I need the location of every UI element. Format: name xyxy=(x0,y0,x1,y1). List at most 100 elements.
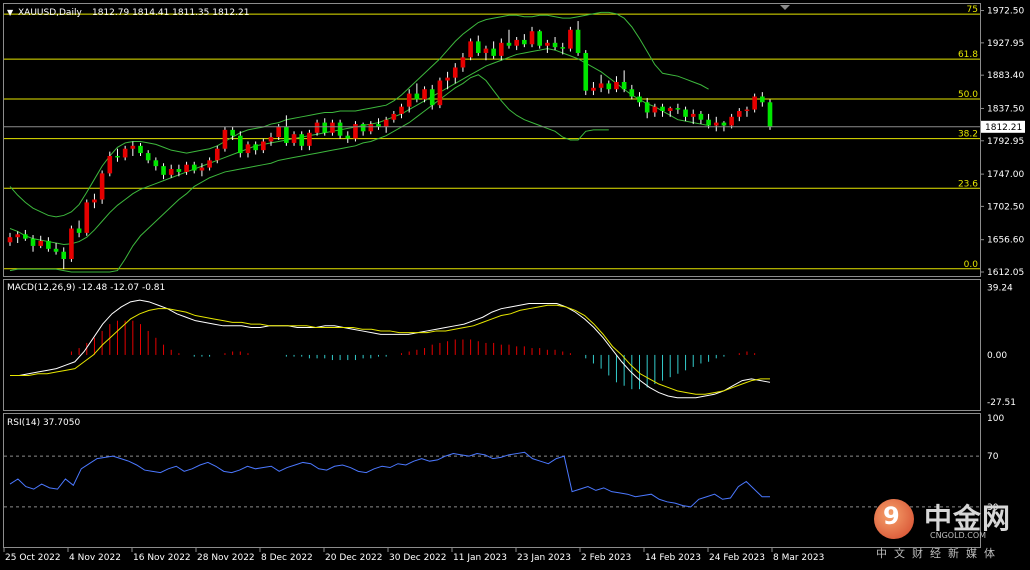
candle-body xyxy=(337,122,343,136)
candle-body xyxy=(491,48,496,56)
candle-body xyxy=(99,173,105,200)
macd-label: MACD(12,26,9) -12.48 -12.07 -0.81 xyxy=(7,283,165,293)
candle-body xyxy=(445,77,450,81)
candle-body xyxy=(406,93,412,107)
macd-axis: 39.24 0.00 -27.51 xyxy=(987,284,1016,408)
candle-body xyxy=(545,42,550,46)
fib-label: 50.0 xyxy=(958,90,978,100)
candle-body xyxy=(721,122,727,126)
candle-body xyxy=(729,116,734,126)
macd-line xyxy=(10,299,771,399)
candle-body xyxy=(168,169,174,175)
band-middle xyxy=(9,48,709,245)
candle-body xyxy=(383,119,389,127)
candle-body xyxy=(660,106,665,112)
candle-body xyxy=(184,164,189,172)
candle-body xyxy=(268,137,274,142)
candle-body xyxy=(222,129,228,149)
candle-body xyxy=(307,132,312,146)
candle-body xyxy=(644,102,650,113)
candle-body xyxy=(475,41,481,53)
candle-body xyxy=(736,111,742,117)
candle-body xyxy=(199,167,205,171)
symbol-dropdown-icon[interactable]: ▼ xyxy=(7,8,14,17)
candle-body xyxy=(330,122,335,133)
price-tick-label: 1702.50 xyxy=(987,202,1024,212)
candle-body xyxy=(637,96,642,103)
candle-body xyxy=(207,160,212,168)
date-axis: 25 Oct 2022 4 Nov 2022 16 Nov 2022 28 Nov 2… xyxy=(3,548,824,563)
candle-body xyxy=(130,145,136,149)
price-tick-label: 1656.60 xyxy=(987,236,1024,246)
price-tick-label: 1792.95 xyxy=(987,137,1024,147)
fib-label: 0.0 xyxy=(964,260,979,270)
date-tick-label: 23 Jan 2023 xyxy=(517,553,571,563)
rsi-indicator xyxy=(4,451,980,508)
candle-body xyxy=(583,52,589,91)
fib-label: 38.2 xyxy=(958,130,978,140)
candle-body xyxy=(629,89,635,97)
date-tick-label: 11 Jan 2023 xyxy=(453,553,507,563)
shift-marker-icon[interactable] xyxy=(780,5,790,10)
macd-signal-line xyxy=(10,304,770,395)
macd-indicator xyxy=(10,299,771,399)
candle-body xyxy=(483,48,489,53)
candle-body xyxy=(598,83,604,88)
candle-body xyxy=(752,96,757,110)
fib-label: 61.8 xyxy=(958,50,978,60)
candle-body xyxy=(214,148,220,161)
candle-body xyxy=(468,41,473,58)
candle-body xyxy=(245,144,251,154)
candle-body xyxy=(368,124,374,132)
price-tick-label: 1883.40 xyxy=(987,71,1024,81)
candle-body xyxy=(514,39,519,46)
candle-body xyxy=(499,42,504,56)
candle-body xyxy=(360,124,366,132)
candle-body xyxy=(115,155,120,158)
candle-body xyxy=(7,237,13,243)
candle-body xyxy=(53,248,59,252)
date-tick-label: 24 Feb 2023 xyxy=(709,553,765,563)
candle-body xyxy=(345,135,351,139)
date-tick-label: 8 Dec 2022 xyxy=(261,553,313,563)
candle-body xyxy=(284,126,289,143)
macd-tick-label: 0.00 xyxy=(987,351,1007,361)
candle-body xyxy=(760,96,765,103)
current-price-label: 1812.21 xyxy=(985,123,1022,133)
candle-body xyxy=(314,122,320,133)
candle-body xyxy=(621,81,627,90)
date-tick-label: 4 Nov 2022 xyxy=(69,553,121,563)
candle-body xyxy=(76,228,82,233)
bollinger-bands xyxy=(9,11,709,273)
candle-body xyxy=(230,129,235,136)
date-tick-label: 25 Oct 2022 xyxy=(5,553,61,563)
candle-body xyxy=(38,240,44,246)
candle-body xyxy=(667,108,673,112)
candle-body xyxy=(767,102,773,127)
candle-body xyxy=(706,119,711,126)
price-axis: 1972.50 1927.95 1883.40 1837.50 1792.95 1747.… xyxy=(980,7,1024,278)
candle-body xyxy=(261,141,266,151)
candle-body xyxy=(191,164,197,171)
fib-label: 23.6 xyxy=(958,179,978,189)
candle-body xyxy=(299,134,305,146)
rsi-tick-label: 100 xyxy=(987,414,1004,424)
watermark-domain: CNGOLD.COM xyxy=(930,531,987,540)
price-tick-label: 1837.50 xyxy=(987,104,1024,114)
candlesticks xyxy=(7,21,773,270)
candle-body xyxy=(122,148,128,158)
candle-body xyxy=(23,234,28,239)
date-tick-label: 20 Dec 2022 xyxy=(325,553,383,563)
fib-label: 75 xyxy=(967,5,978,15)
candle-body xyxy=(698,113,704,120)
symbol-label: XAUUSD,Daily xyxy=(18,8,82,18)
rsi-line xyxy=(9,451,770,508)
candle-body xyxy=(414,93,420,100)
band-upper xyxy=(9,11,709,218)
candle-body xyxy=(176,169,182,172)
price-tick-label: 1747.00 xyxy=(987,170,1024,180)
candle-body xyxy=(30,238,36,246)
candle-body xyxy=(522,39,527,45)
candle-body xyxy=(452,67,458,78)
candle-body xyxy=(15,234,20,238)
